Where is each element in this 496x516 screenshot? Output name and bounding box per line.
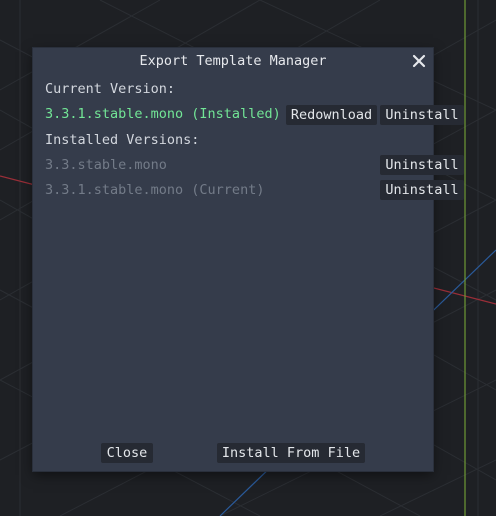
installed-version-name: 3.3.stable.mono (45, 157, 167, 173)
installed-version-name: 3.3.1.stable.mono (Current) (45, 182, 265, 198)
current-version-label: Current Version: (45, 81, 176, 97)
close-icon[interactable] (409, 51, 429, 71)
install-from-file-button[interactable]: Install From File (217, 443, 365, 463)
installed-versions-label: Installed Versions: (45, 132, 200, 148)
close-button[interactable]: Close (101, 443, 153, 463)
export-template-manager-dialog: Export Template Manager Current Version:… (33, 48, 464, 471)
current-version-value: 3.3.1.stable.mono (Installed) (45, 106, 281, 122)
uninstall-current-button[interactable]: Uninstall (380, 105, 464, 125)
redownload-button[interactable]: Redownload (286, 105, 377, 125)
dialog-title: Export Template Manager (139, 53, 327, 69)
uninstall-version-button[interactable]: Uninstall (380, 155, 464, 175)
uninstall-version-button[interactable]: Uninstall (380, 180, 464, 200)
